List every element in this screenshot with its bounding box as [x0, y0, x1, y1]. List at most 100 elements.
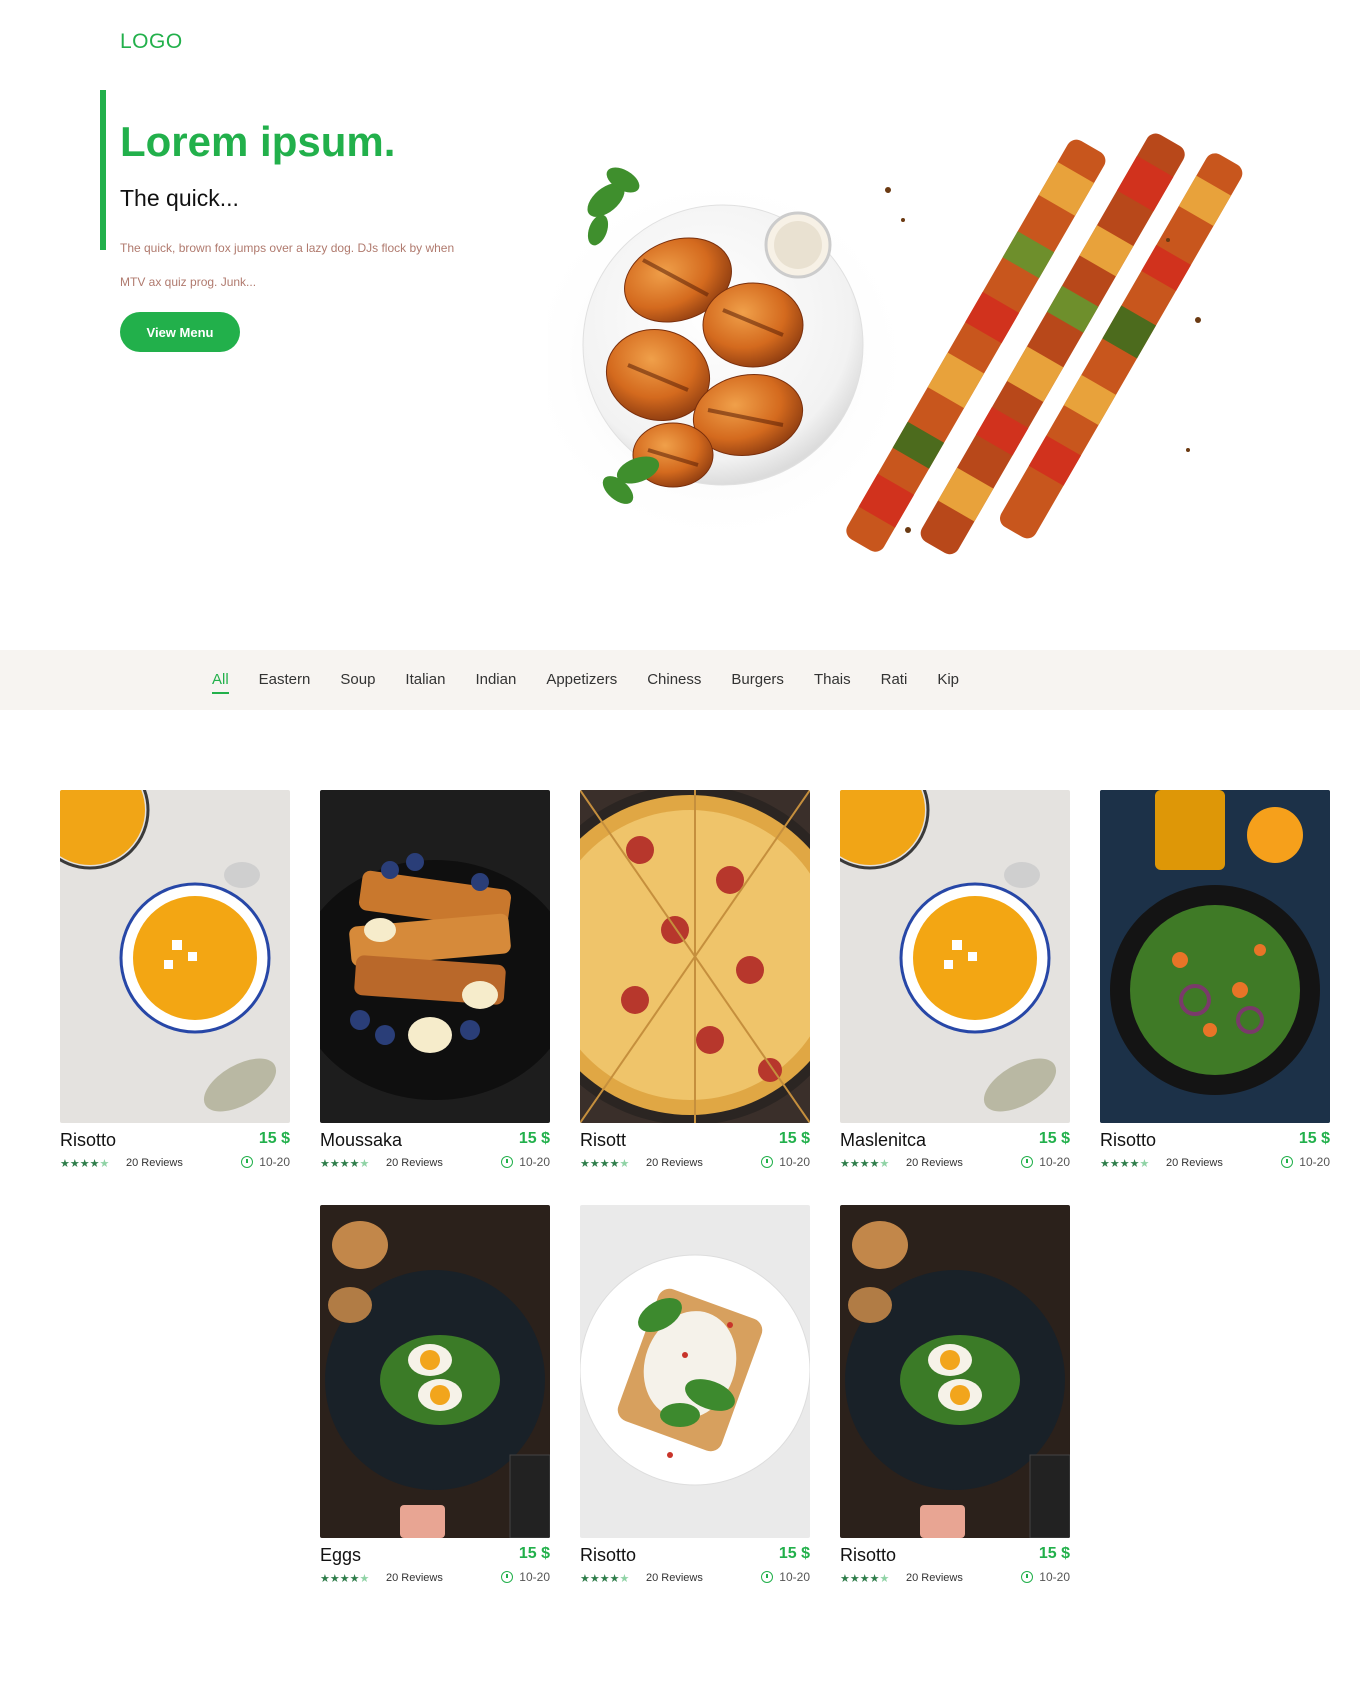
star-icon: ★ — [849, 1158, 860, 1170]
review-count: 20 Reviews — [386, 1572, 443, 1584]
rating-stars: ★★★★★ — [840, 1157, 889, 1170]
tab-italian[interactable]: Italian — [405, 671, 445, 690]
dish-price: 15 $ — [518, 1130, 550, 1147]
dish-name[interactable]: Eggs — [320, 1545, 361, 1566]
dish-card[interactable]: Risott 15 $ ★★★★★ 20 Reviews 10-20 — [580, 790, 810, 1180]
dish-photo[interactable] — [580, 1205, 810, 1538]
star-icon: ★ — [879, 1573, 890, 1585]
dish-photo[interactable] — [840, 1205, 1070, 1538]
star-icon: ★ — [99, 1158, 110, 1170]
star-icon: ★ — [320, 1158, 330, 1170]
star-icon: ★ — [60, 1158, 70, 1170]
dish-card[interactable]: Risotto 15 $ ★★★★★ 20 Reviews 10-20 — [840, 1205, 1070, 1595]
rating-stars: ★★★★★ — [320, 1572, 369, 1585]
star-icon: ★ — [359, 1158, 370, 1170]
prep-time: 10-20 — [501, 1155, 550, 1169]
star-icon: ★ — [619, 1573, 630, 1585]
star-icon: ★ — [580, 1158, 590, 1170]
dish-photo[interactable] — [580, 790, 810, 1123]
star-icon: ★ — [580, 1573, 590, 1585]
star-icon: ★ — [859, 1158, 870, 1170]
dish-card[interactable]: Risotto 15 $ ★★★★★ 20 Reviews 10-20 — [1100, 790, 1330, 1180]
dish-photo[interactable] — [1100, 790, 1330, 1123]
rating-stars: ★★★★★ — [60, 1157, 109, 1170]
clock-icon — [1021, 1571, 1034, 1583]
star-icon: ★ — [339, 1573, 350, 1585]
view-menu-button[interactable]: View Menu — [120, 312, 240, 352]
review-count: 20 Reviews — [386, 1157, 443, 1169]
clock-icon — [761, 1571, 774, 1583]
dish-photo[interactable] — [60, 790, 290, 1123]
clock-icon — [241, 1156, 254, 1168]
dish-card[interactable]: Maslenitca 15 $ ★★★★★ 20 Reviews 10-20 — [840, 790, 1070, 1180]
star-icon: ★ — [69, 1158, 80, 1170]
category-tabs: All Eastern Soup Italian Indian Appetize… — [212, 650, 989, 710]
star-icon: ★ — [589, 1158, 600, 1170]
star-icon: ★ — [609, 1158, 620, 1170]
star-icon: ★ — [79, 1158, 90, 1170]
dish-name[interactable]: Risotto — [580, 1545, 636, 1566]
prep-time: 10-20 — [241, 1155, 290, 1169]
star-icon: ★ — [329, 1158, 340, 1170]
star-icon: ★ — [619, 1158, 630, 1170]
tab-soup[interactable]: Soup — [340, 671, 375, 690]
star-icon: ★ — [859, 1573, 870, 1585]
review-count: 20 Reviews — [906, 1157, 963, 1169]
prep-time-value: 10-20 — [1299, 1155, 1330, 1169]
dish-name[interactable]: Risott — [580, 1130, 626, 1151]
dish-name[interactable]: Moussaka — [320, 1130, 402, 1151]
tab-burgers[interactable]: Burgers — [731, 671, 784, 690]
star-icon: ★ — [359, 1573, 370, 1585]
tab-all[interactable]: All — [212, 671, 229, 694]
dish-name[interactable]: Risotto — [60, 1130, 116, 1151]
dish-price: 15 $ — [1038, 1545, 1070, 1562]
star-icon: ★ — [840, 1158, 850, 1170]
dish-name[interactable]: Maslenitca — [840, 1130, 926, 1151]
dish-price: 15 $ — [1298, 1130, 1330, 1147]
star-icon: ★ — [840, 1573, 850, 1585]
star-icon: ★ — [1139, 1158, 1150, 1170]
tab-indian[interactable]: Indian — [475, 671, 516, 690]
hero-title: Lorem ipsum. — [120, 118, 396, 165]
tab-kip[interactable]: Kip — [937, 671, 959, 690]
dish-card[interactable]: Moussaka 15 $ ★★★★★ 20 Reviews 10-20 — [320, 790, 550, 1180]
dish-price: 15 $ — [518, 1545, 550, 1562]
prep-time-value: 10-20 — [259, 1155, 290, 1169]
dish-card[interactable]: Risotto 15 $ ★★★★★ 20 Reviews 10-20 — [60, 790, 290, 1180]
dish-card[interactable]: Eggs 15 $ ★★★★★ 20 Reviews 10-20 — [320, 1205, 550, 1595]
category-tabs-band: All Eastern Soup Italian Indian Appetize… — [0, 650, 1360, 710]
dish-price: 15 $ — [258, 1130, 290, 1147]
tab-rati[interactable]: Rati — [881, 671, 908, 690]
dish-card[interactable]: Risotto 15 $ ★★★★★ 20 Reviews 10-20 — [580, 1205, 810, 1595]
star-icon: ★ — [339, 1158, 350, 1170]
tab-appetizers[interactable]: Appetizers — [546, 671, 617, 690]
rating-stars: ★★★★★ — [580, 1572, 629, 1585]
dish-price: 15 $ — [778, 1545, 810, 1562]
dish-photo[interactable] — [320, 1205, 550, 1538]
star-icon: ★ — [320, 1573, 330, 1585]
tab-eastern[interactable]: Eastern — [259, 671, 311, 690]
star-icon: ★ — [599, 1158, 610, 1170]
dish-name[interactable]: Risotto — [1100, 1130, 1156, 1151]
star-icon: ★ — [349, 1573, 360, 1585]
hero-description: The quick, brown fox jumps over a lazy d… — [120, 241, 455, 289]
prep-time-value: 10-20 — [519, 1570, 550, 1584]
dish-price: 15 $ — [778, 1130, 810, 1147]
star-icon: ★ — [1109, 1158, 1120, 1170]
dish-photo[interactable] — [320, 790, 550, 1123]
prep-time: 10-20 — [761, 1155, 810, 1169]
clock-icon — [761, 1156, 774, 1168]
review-count: 20 Reviews — [126, 1157, 183, 1169]
rating-stars: ★★★★★ — [840, 1572, 889, 1585]
prep-time-value: 10-20 — [1039, 1570, 1070, 1584]
rating-stars: ★★★★★ — [580, 1157, 629, 1170]
review-count: 20 Reviews — [646, 1157, 703, 1169]
review-count: 20 Reviews — [1166, 1157, 1223, 1169]
logo[interactable]: LOGO — [120, 30, 183, 54]
clock-icon — [501, 1156, 514, 1168]
tab-chiness[interactable]: Chiness — [647, 671, 701, 690]
tab-thais[interactable]: Thais — [814, 671, 851, 690]
dish-photo[interactable] — [840, 790, 1070, 1123]
dish-name[interactable]: Risotto — [840, 1545, 896, 1566]
prep-time-value: 10-20 — [519, 1155, 550, 1169]
